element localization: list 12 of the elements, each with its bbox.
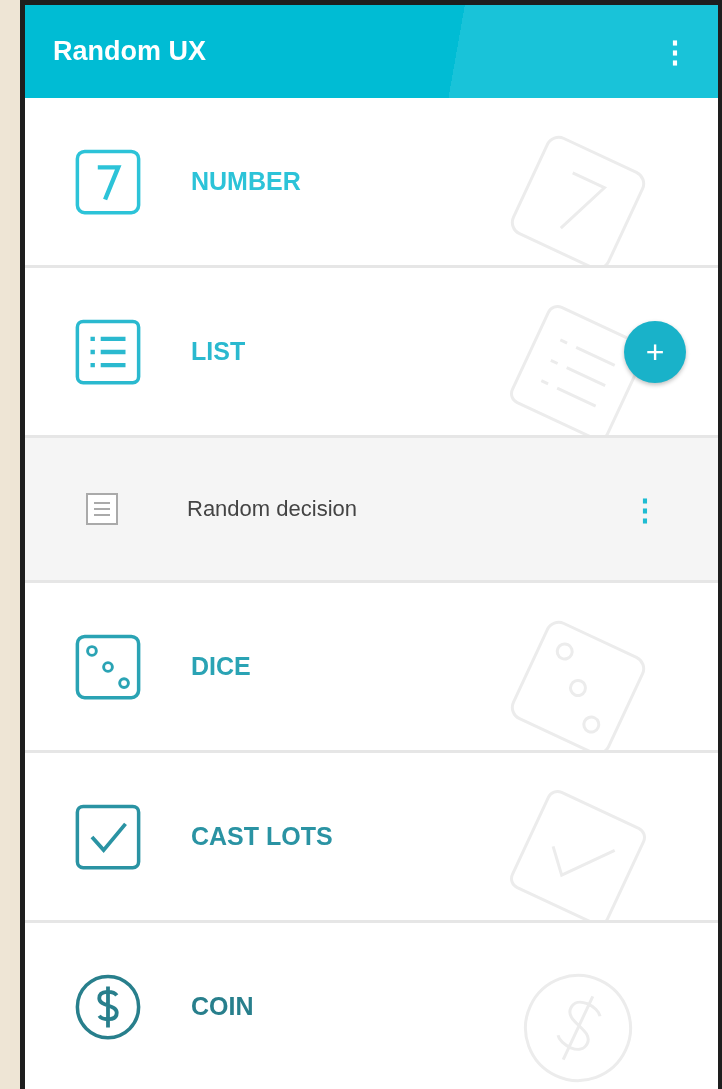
entry-title: Random decision [187, 496, 358, 522]
add-button[interactable]: + [624, 321, 686, 383]
document-icon [85, 492, 119, 526]
category-label: CAST LOTS [191, 822, 333, 851]
category-label: COIN [191, 992, 254, 1021]
category-label: LIST [191, 337, 246, 366]
category-label: NUMBER [191, 167, 301, 196]
entry-menu-button[interactable]: ⋮ [624, 490, 666, 528]
category-label: DICE [191, 652, 251, 681]
app-title: Random UX [53, 36, 206, 67]
list-entry[interactable]: Random decision ⋮ [25, 438, 718, 583]
overflow-menu-button[interactable]: ⋮ [654, 34, 696, 69]
